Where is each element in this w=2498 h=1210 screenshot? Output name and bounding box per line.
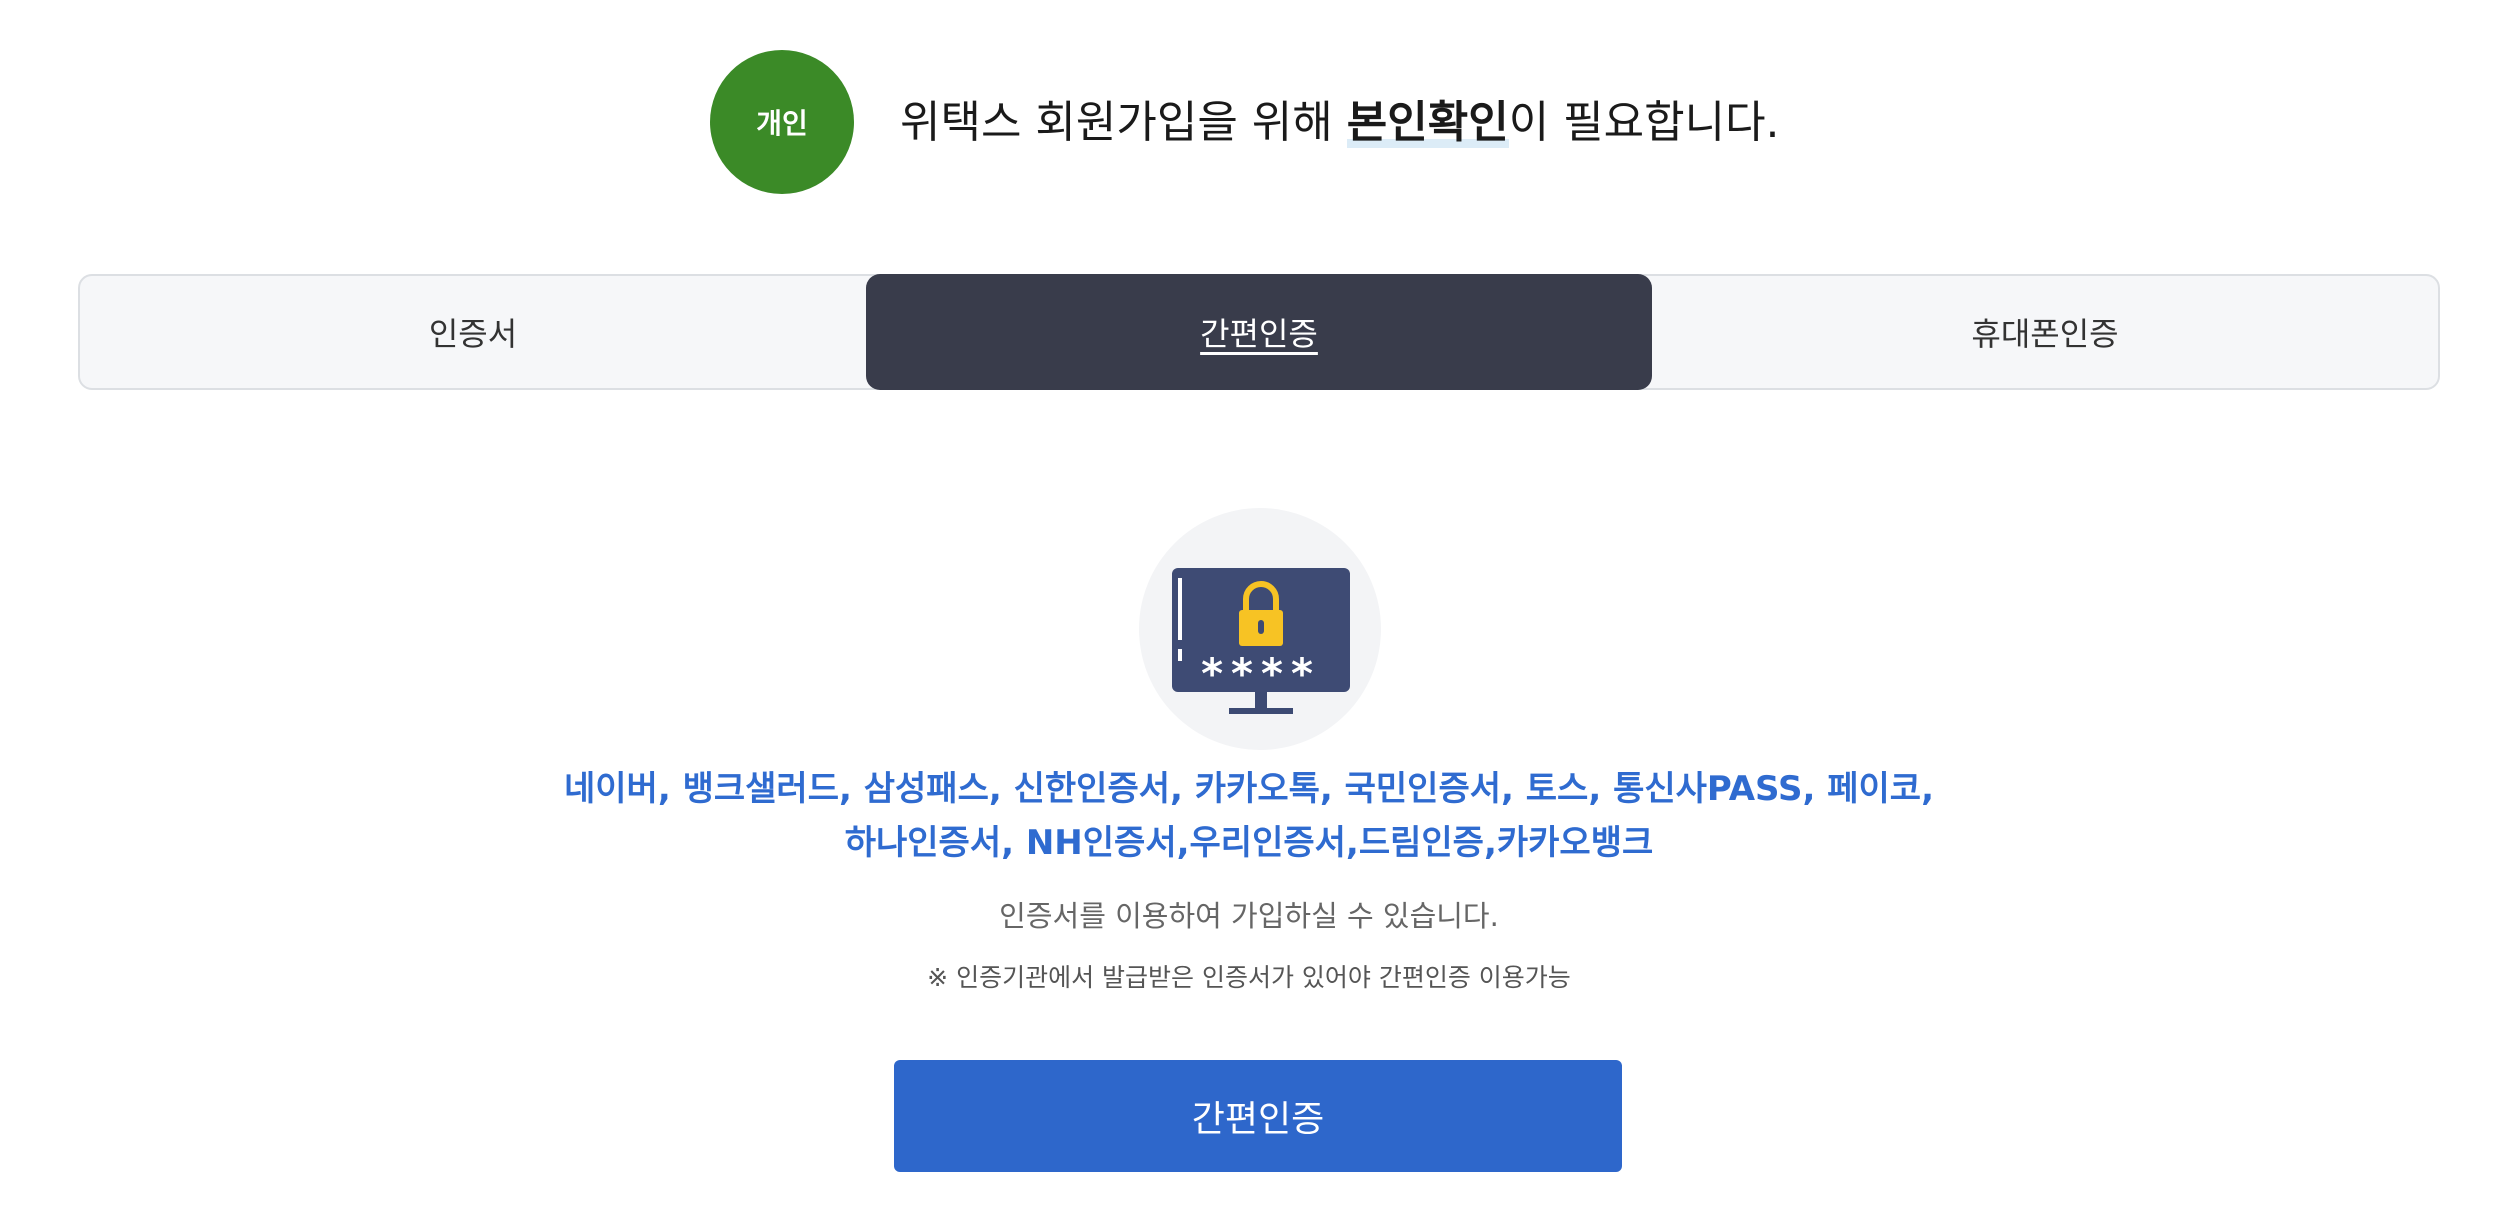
monitor-lock-password-icon: **** xyxy=(1139,508,1381,750)
auth-method-tabs: 인증서 간편인증 휴대폰인증 xyxy=(78,274,2440,390)
description-text: 인증서를 이용하여 가입하실 수 있습니다. xyxy=(999,899,1499,933)
user-type-badge: 개인 xyxy=(710,50,854,194)
password-mask: **** xyxy=(1201,649,1321,698)
title-prefix: 위택스 회원가입을 위해 xyxy=(900,97,1347,148)
page-header: 개인 위택스 회원가입을 위해 본인확인이 필요합니다. xyxy=(0,0,2498,250)
simple-auth-button[interactable]: 간편인증 xyxy=(894,1060,1622,1172)
providers-line-2: 하나인증서, NH인증서,우리인증서,드림인증,카카오뱅크 xyxy=(844,823,1654,863)
page-title: 위택스 회원가입을 위해 본인확인이 필요합니다. xyxy=(900,88,1780,158)
title-highlight: 본인확인 xyxy=(1346,97,1509,148)
title-suffix: 이 필요합니다. xyxy=(1508,97,1780,148)
providers-line-1: 네이버, 뱅크샐러드, 삼성패스, 신한인증서, 카카오톡, 국민인증서, 토스… xyxy=(563,769,1934,809)
tab-certificate[interactable]: 인증서 xyxy=(80,276,866,388)
supported-providers: 네이버, 뱅크샐러드, 삼성패스, 신한인증서, 카카오톡, 국민인증서, 토스… xyxy=(0,762,2498,870)
notice-text: ※ 인증기관에서 발급받은 인증서가 있어야 간편인증 이용가능 xyxy=(927,963,1571,992)
tab-mobile-auth[interactable]: 휴대폰인증 xyxy=(1652,276,2438,388)
tab-simple-auth[interactable]: 간편인증 xyxy=(866,274,1652,390)
